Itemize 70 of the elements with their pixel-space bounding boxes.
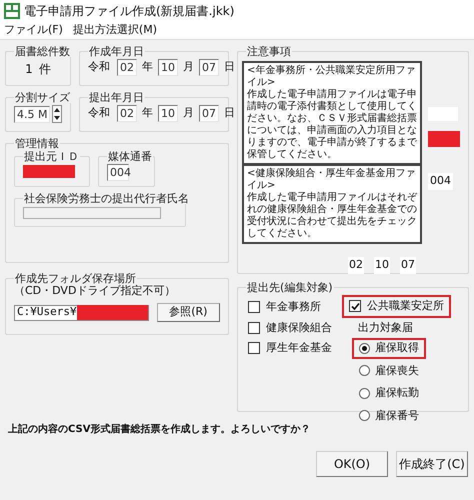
confirm-message: 上記の内容のCSV形式届書総括票を作成します。よろしいですか？ xyxy=(8,422,310,437)
dialog-button[interactable]: OK(O) xyxy=(316,451,388,477)
radio-label: 雇保番号 xyxy=(375,408,419,424)
input-field[interactable]: 10 xyxy=(158,59,178,76)
date-text: 02 xyxy=(348,257,364,274)
group-label: 分割サイズ xyxy=(14,92,71,103)
input-field[interactable]: 10 xyxy=(158,105,178,122)
month-label: 月 xyxy=(183,59,194,76)
notice-text: 作成した電子申請用ファイルはそれぞれの健康保険組合・厚生年金基金での受付状況に合わせて提出先をチェックしてください。 xyxy=(247,192,417,240)
day-label: 日 xyxy=(224,59,235,76)
input-field[interactable]: 07 xyxy=(199,105,219,122)
notice-text: 作成した電子申請用ファイルは電子申請時の電子添付書類として使用してください。なお、ＣＳＶ形式届書総括票については、申請画面の入力項目となりますので、電子申請が終了するまで保管してください。 xyxy=(247,89,417,161)
input-field[interactable]: 02 xyxy=(117,105,137,122)
radio-label: 雇保転勤 xyxy=(375,385,419,401)
year-label: 年 xyxy=(142,105,153,122)
spin-button[interactable] xyxy=(52,105,62,123)
notice-heading: <年金事務所・公共職業安定所用ファイル> xyxy=(247,65,416,88)
era-label: 令和 xyxy=(88,105,110,122)
input-field[interactable]: 02 xyxy=(117,59,137,76)
checkbox[interactable] xyxy=(248,342,260,354)
notice-heading: <健康保険組合・厚生年金基金用ファイル> xyxy=(247,168,416,192)
radio-label: 雇保取得 xyxy=(375,340,419,356)
checkbox[interactable] xyxy=(248,301,260,314)
group-label: 作成先フォルダ保存場所 xyxy=(14,273,136,284)
check-icon xyxy=(350,302,360,311)
radio-button[interactable] xyxy=(359,365,370,376)
down-arrow-icon xyxy=(54,116,60,120)
checkbox-label: 年金事務所 xyxy=(266,299,321,315)
era-label: 令和 xyxy=(88,59,110,76)
input-field[interactable]: 4.5 M xyxy=(14,106,50,122)
folder-path-field[interactable]: C:¥Users¥ xyxy=(14,304,149,320)
day-label: 日 xyxy=(224,105,235,122)
note-text: （CD・DVDドライブ指定不可） xyxy=(14,284,176,298)
group-label: 注意事項 xyxy=(246,46,292,57)
checkbox[interactable] xyxy=(349,300,361,312)
media-number-text: 004 xyxy=(428,173,453,190)
window-title: 電子申請用ファイル作成(新規届書.jkk) xyxy=(24,3,234,20)
group-label: 社会保険労務士の提出代行者氏名 xyxy=(23,193,190,204)
group-label: 提出元ＩＤ xyxy=(23,151,80,162)
count-value: 1 xyxy=(25,61,33,78)
radio-button[interactable] xyxy=(359,388,370,399)
radio-button[interactable] xyxy=(359,410,370,422)
up-arrow-icon xyxy=(54,108,60,112)
group-label: 作成年月日 xyxy=(88,46,145,57)
dialog-button[interactable]: 作成終了(C) xyxy=(396,451,468,477)
checkbox-label: 厚生年金基金 xyxy=(266,340,332,356)
app-icon xyxy=(4,3,20,19)
checkbox-label: 公共職業安定所 xyxy=(367,298,444,314)
count-unit: 件 xyxy=(38,61,51,78)
radio-label: 雇保喪失 xyxy=(375,362,419,378)
menu-item[interactable]: 提出方法選択(M) xyxy=(72,22,157,39)
output-label: 出力対象届 xyxy=(357,320,414,336)
input-field[interactable]: 004 xyxy=(107,164,129,181)
checkbox-label: 健康保険組合 xyxy=(266,320,332,336)
group-label: 媒体通番 xyxy=(107,151,153,162)
checkbox[interactable] xyxy=(248,322,260,334)
date-text: 10 xyxy=(374,257,390,274)
browse-button[interactable]: 参照(R) xyxy=(156,303,220,322)
path-text: C:¥Users¥ xyxy=(16,304,77,320)
input-field[interactable]: 07 xyxy=(199,59,219,76)
menu-item[interactable]: ファイル(F) xyxy=(4,22,63,39)
group-label: 管理情報 xyxy=(14,138,60,149)
group-label: 提出先(編集対象) xyxy=(246,282,334,293)
group-label: 提出年月日 xyxy=(88,92,145,103)
group-label: 届書総件数 xyxy=(14,46,71,57)
year-label: 年 xyxy=(142,59,153,76)
radio-button[interactable] xyxy=(359,342,370,354)
date-text: 07 xyxy=(400,257,416,274)
input-field[interactable] xyxy=(23,207,161,219)
month-label: 月 xyxy=(183,105,194,122)
